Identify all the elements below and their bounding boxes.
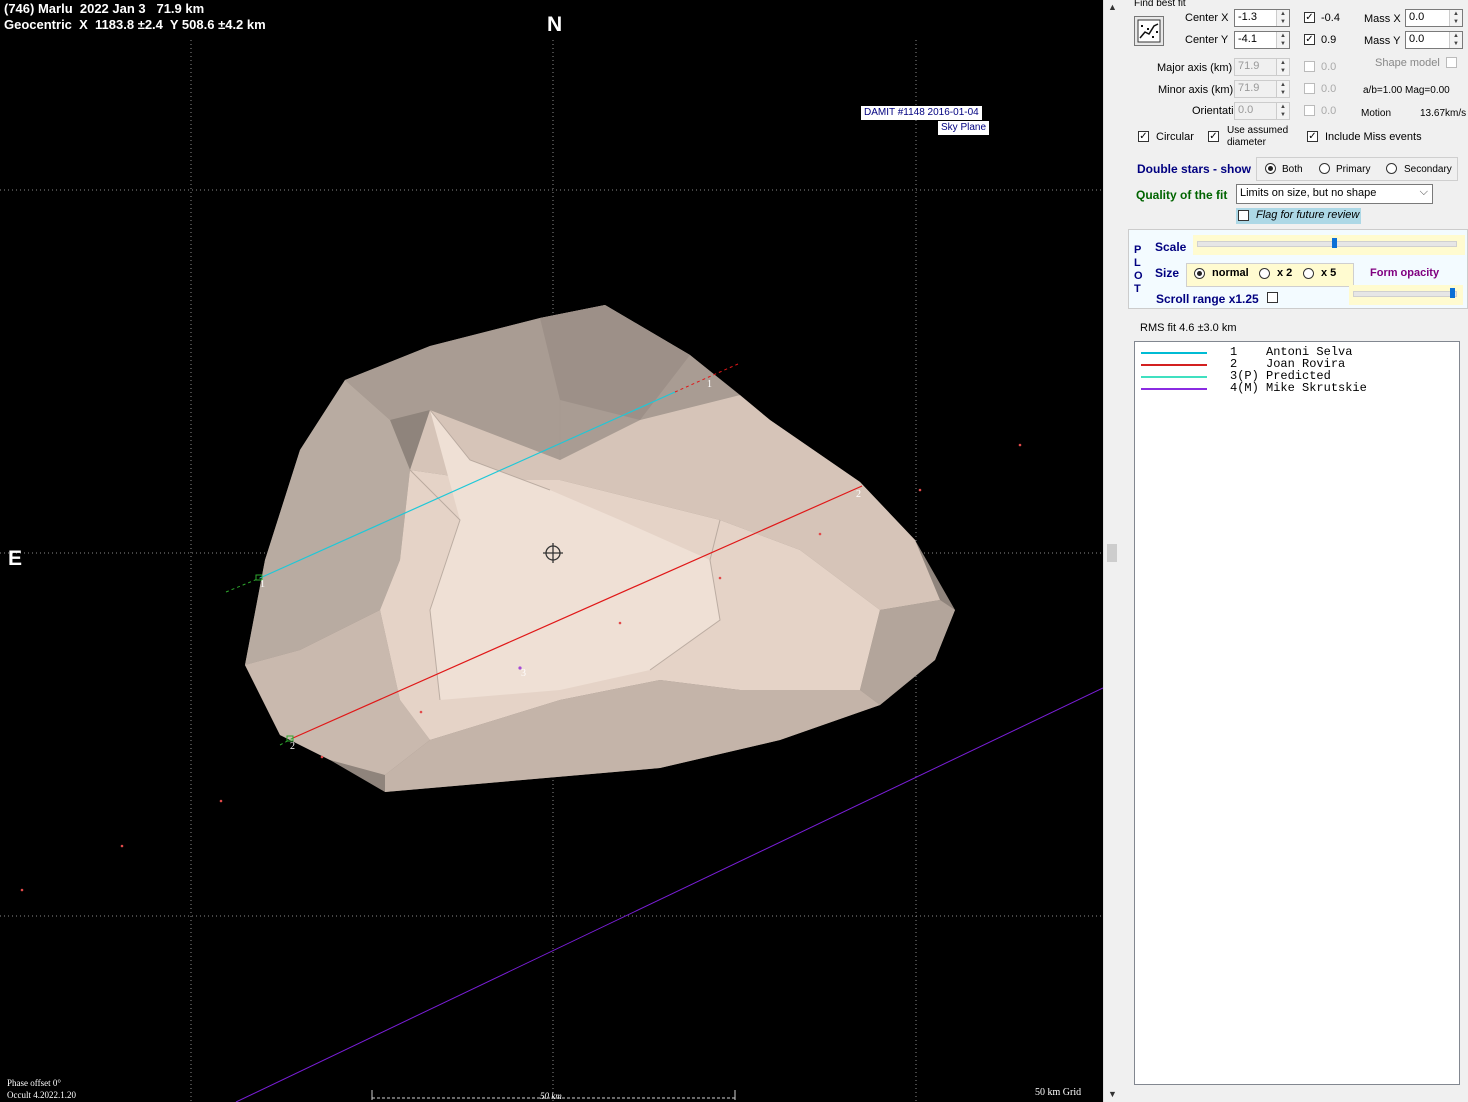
scroll-down-icon[interactable]: ▼	[1108, 1089, 1117, 1099]
size-x5-label: x 5	[1321, 267, 1337, 279]
center-x-checkbox[interactable]: ✓	[1304, 12, 1315, 23]
east-label: E	[8, 547, 23, 570]
form-opacity-slider-track	[1353, 291, 1457, 297]
major-axis-checkbox[interactable]	[1304, 61, 1315, 72]
scale-slider[interactable]	[1193, 235, 1465, 255]
sky-plane-label: Sky Plane	[938, 121, 990, 135]
use-assumed-label: Use assumed diameter	[1227, 125, 1289, 148]
size-x2-label: x 2	[1277, 267, 1293, 279]
mass-x-label: Mass X	[1364, 13, 1401, 25]
orientation-checkbox[interactable]	[1304, 105, 1315, 116]
chord-label: 2	[290, 741, 295, 752]
chevron-down-icon: ⌵	[1419, 186, 1428, 198]
major-axis-label: Major axis (km)	[1157, 62, 1233, 74]
size-x2-radio[interactable]	[1259, 268, 1270, 279]
plot-title-line2: Geocentric X 1183.8 ±2.4 Y 508.6 ±4.2 km	[4, 17, 266, 32]
ds-both-label: Both	[1282, 164, 1303, 175]
chord-label: 1	[707, 379, 712, 390]
center-x-check-value: -0.4	[1321, 12, 1340, 24]
minor-axis-label: Minor axis (km)	[1158, 84, 1234, 96]
form-opacity-slider[interactable]	[1349, 285, 1463, 305]
find-best-fit-label: Find best fit	[1134, 0, 1186, 9]
list-item[interactable]: 4(M) Mike Skrutskie	[1135, 382, 1455, 394]
center-y-label: Center Y	[1185, 34, 1229, 46]
scale-slider-knob[interactable]	[1331, 238, 1337, 248]
center-y-check-value: 0.9	[1321, 34, 1337, 46]
minor-axis-check-value: 0.0	[1321, 83, 1337, 95]
center-x-label: Center X	[1185, 12, 1229, 24]
form-opacity-label: Form opacity	[1370, 267, 1440, 279]
center-y-input[interactable]: -4.1 ▲ ▼	[1234, 31, 1290, 49]
version-label: Occult 4.2022.1.20	[7, 1090, 76, 1100]
plot-canvas	[0, 40, 1103, 1102]
scale-label: 50 km	[540, 1091, 562, 1101]
quality-label: Quality of the fit	[1136, 188, 1228, 202]
observer-legend-list[interactable]: 1 Antoni Selva 2 Joan Rovira 3(P) Predic…	[1134, 341, 1460, 1085]
scale-slider-track	[1197, 241, 1457, 247]
shape-model-label: Shape model	[1375, 57, 1440, 69]
major-axis-check-value: 0.0	[1321, 61, 1337, 73]
ds-primary-radio[interactable]	[1319, 163, 1330, 174]
center-x-input[interactable]: -1.3 ▲ ▼	[1234, 9, 1290, 27]
ds-primary-label: Primary	[1336, 164, 1371, 175]
scroll-up-icon[interactable]: ▲	[1108, 2, 1117, 12]
size-label: Size	[1155, 266, 1180, 280]
scroll-range-label: Scroll range x1.25	[1156, 292, 1259, 306]
north-label: N	[547, 13, 563, 36]
motion-label: Motion	[1361, 108, 1392, 119]
phase-offset-label: Phase offset 0°	[7, 1078, 61, 1088]
circular-label: Circular	[1156, 131, 1194, 143]
mass-y-label: Mass Y	[1364, 35, 1401, 47]
legend-line-2	[1141, 364, 1207, 366]
legend-line-3	[1141, 376, 1207, 378]
control-panel: Find best fit Center X -1.3 ▲ ▼ ✓ -0.4 Mas…	[1121, 0, 1468, 1102]
size-normal-label: normal	[1212, 267, 1249, 279]
size-x5-radio[interactable]	[1303, 268, 1314, 279]
chord-label: 1	[260, 579, 265, 590]
center-y-checkbox[interactable]: ✓	[1304, 34, 1315, 45]
use-assumed-checkbox[interactable]: ✓	[1208, 131, 1219, 142]
damit-label: DAMIT #1148 2016-01-04	[861, 106, 982, 120]
orientation-check-value: 0.0	[1321, 105, 1337, 117]
minor-axis-input[interactable]: 71.9 ▲ ▼	[1234, 80, 1290, 98]
minor-axis-checkbox[interactable]	[1304, 83, 1315, 94]
chord-label: 3	[521, 668, 526, 679]
find-best-fit-button[interactable]	[1134, 16, 1164, 46]
chart-fit-icon	[1137, 19, 1161, 43]
scroll-thumb[interactable]	[1107, 544, 1117, 562]
size-normal-radio[interactable]	[1194, 268, 1205, 279]
plot-title-line1: (746) Marlu 2022 Jan 3 71.9 km	[4, 1, 205, 16]
ds-secondary-label: Secondary	[1404, 164, 1452, 175]
grid-label: 50 km Grid	[1035, 1087, 1082, 1098]
rms-fit-label: RMS fit 4.6 ±3.0 km	[1140, 322, 1237, 334]
asteroid-shape-model	[245, 305, 955, 792]
mass-y-input[interactable]: 0.0 ▲ ▼	[1405, 31, 1463, 49]
flag-review-label: Flag for future review	[1256, 209, 1360, 221]
mass-x-input[interactable]: 0.0 ▲ ▼	[1405, 9, 1463, 27]
ds-secondary-radio[interactable]	[1386, 163, 1397, 174]
scroll-range-checkbox[interactable]	[1267, 292, 1278, 303]
legend-line-1	[1141, 352, 1207, 354]
ab-mag-label: a/b=1.00 Mag=0.00	[1363, 85, 1450, 96]
include-miss-label: Include Miss events	[1325, 131, 1422, 143]
shape-model-checkbox[interactable]	[1446, 57, 1457, 68]
major-axis-input[interactable]: 71.9 ▲ ▼	[1234, 58, 1290, 76]
quality-select[interactable]: Limits on size, but no shape ⌵	[1236, 184, 1433, 204]
chord-label: 2	[856, 489, 861, 500]
legend-line-4	[1141, 388, 1207, 390]
double-stars-label: Double stars - show	[1137, 162, 1252, 176]
legend-text-4: 4(M) Mike Skrutskie	[1230, 381, 1367, 395]
include-miss-checkbox[interactable]: ✓	[1307, 131, 1318, 142]
sky-plane-plot[interactable]: (746) Marlu 2022 Jan 3 71.9 km Geocentri…	[0, 0, 1103, 1102]
scale-slider-label: Scale	[1155, 240, 1187, 254]
form-opacity-slider-knob[interactable]	[1450, 288, 1455, 298]
plot-vertical-label: PLOT	[1134, 244, 1143, 295]
motion-value: 13.67km/s	[1420, 108, 1467, 119]
orientation-input[interactable]: 0.0 ▲ ▼	[1234, 102, 1290, 120]
vertical-scrollbar[interactable]: ▲ ▼	[1103, 0, 1121, 1102]
ds-both-radio[interactable]	[1265, 163, 1276, 174]
circular-checkbox[interactable]: ✓	[1138, 131, 1149, 142]
flag-review-checkbox[interactable]	[1238, 210, 1249, 221]
